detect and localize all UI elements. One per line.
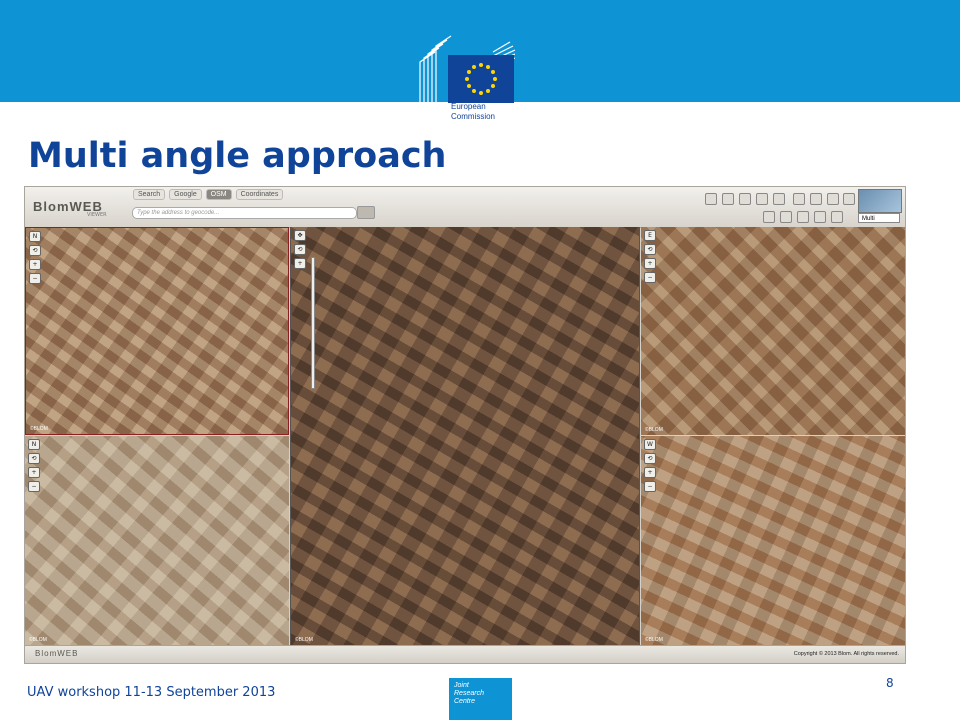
- tab-google[interactable]: Google: [169, 189, 202, 200]
- rotate-icon[interactable]: ⟲: [28, 453, 40, 464]
- print-icon[interactable]: [793, 193, 805, 205]
- zoom-out-icon[interactable]: −: [644, 481, 656, 492]
- zoom-in-icon[interactable]: +: [28, 467, 40, 478]
- pane-controls: N ⟲ + −: [28, 439, 40, 495]
- search-tabs: Search Google OSM Coordinates: [133, 189, 285, 200]
- tab-osm[interactable]: OSM: [205, 189, 232, 200]
- jrc-line-2: Research: [454, 690, 484, 697]
- jrc-logo: Joint Research Centre: [449, 678, 512, 720]
- info-tool-icon[interactable]: [722, 193, 734, 205]
- oblique-view-west[interactable]: N ⟲ + − ©BLOM: [25, 227, 289, 435]
- zoom-out-icon[interactable]: −: [644, 272, 656, 283]
- page-number: 8: [886, 676, 894, 690]
- european-commission-logo: European Commission: [415, 22, 515, 132]
- tools-icon[interactable]: [827, 193, 839, 205]
- pane-controls: W ⟲ + −: [644, 439, 656, 495]
- view-mode-thumbnail[interactable]: [858, 189, 902, 213]
- viewer-brand-sub: VIEWER: [87, 212, 107, 218]
- north-icon[interactable]: W: [644, 439, 656, 450]
- copyright-text: Copyright © 2013 Blom. All rights reserv…: [793, 651, 899, 657]
- pane-controls: N ⟲ + −: [29, 231, 41, 287]
- tab-search[interactable]: Search: [133, 189, 166, 200]
- jrc-line-1: Joint: [454, 682, 469, 689]
- oblique-view-east[interactable]: E ⟲ + − ©BLOM: [641, 227, 905, 435]
- logo-line-1: European: [451, 102, 486, 111]
- measure-icon[interactable]: [705, 193, 717, 205]
- logo-line-2: Commission: [451, 112, 496, 121]
- pane-controls: ✥ ⟲ +: [294, 230, 306, 272]
- zoom-in-icon[interactable]: +: [29, 259, 41, 270]
- marker-tool-icon[interactable]: [739, 193, 751, 205]
- blom-watermark: ©BLOM: [30, 426, 48, 432]
- rotate-icon[interactable]: ⟲: [29, 245, 41, 256]
- bookmark-icon[interactable]: [814, 211, 826, 223]
- zoom-out-icon[interactable]: −: [28, 481, 40, 492]
- tab-coordinates[interactable]: Coordinates: [235, 189, 284, 200]
- location-icon[interactable]: [831, 211, 843, 223]
- eu-flag: [448, 55, 514, 103]
- blom-watermark: ©BLOM: [29, 637, 47, 643]
- zoom-in-icon[interactable]: +: [644, 258, 656, 269]
- geocode-search-button[interactable]: [357, 206, 375, 219]
- view-mode-select[interactable]: Multi: [858, 213, 900, 223]
- oblique-view-south[interactable]: N ⟲ + − ©BLOM: [25, 436, 289, 645]
- slide-title: Multi angle approach: [28, 136, 447, 176]
- ortho-view-center[interactable]: ✥ ⟲ + ©BLOM: [290, 227, 640, 645]
- export-icon[interactable]: [797, 211, 809, 223]
- blom-watermark: ©BLOM: [295, 637, 313, 643]
- north-icon[interactable]: E: [644, 230, 656, 241]
- oblique-view-north[interactable]: W ⟲ + − ©BLOM: [641, 436, 905, 645]
- geocode-input[interactable]: Type the address to geocode...: [132, 207, 357, 219]
- pan-icon[interactable]: ✥: [294, 230, 306, 241]
- zoom-out-icon[interactable]: −: [29, 273, 41, 284]
- blom-watermark: ©BLOM: [645, 427, 663, 433]
- north-icon[interactable]: N: [28, 439, 40, 450]
- save-icon[interactable]: [810, 193, 822, 205]
- rotate-icon[interactable]: ⟲: [644, 453, 656, 464]
- settings-icon[interactable]: [843, 193, 855, 205]
- layers-icon[interactable]: [756, 193, 768, 205]
- blomweb-viewer: BlomWEB VIEWER Search Google OSM Coordin…: [24, 186, 906, 664]
- viewer-status-bar: BlomWEB Copyright © 2013 Blom. All right…: [25, 645, 905, 663]
- rotate-icon[interactable]: ⟲: [644, 244, 656, 255]
- north-icon[interactable]: N: [29, 231, 41, 242]
- eu-stars-icon: [465, 63, 497, 95]
- logo-text: European Commission: [451, 102, 521, 122]
- zoom-in-icon[interactable]: +: [644, 467, 656, 478]
- info-icon[interactable]: [763, 211, 775, 223]
- zoom-slider[interactable]: [311, 257, 315, 389]
- zoom-in-icon[interactable]: +: [294, 258, 306, 269]
- pane-controls: E ⟲ + −: [644, 230, 656, 286]
- jrc-line-3: Centre: [454, 698, 476, 705]
- blom-watermark: ©BLOM: [645, 637, 663, 643]
- screenshot-icon[interactable]: [780, 211, 792, 223]
- status-brand: BlomWEB: [35, 649, 79, 658]
- compare-icon[interactable]: [773, 193, 785, 205]
- rotate-icon[interactable]: ⟲: [294, 244, 306, 255]
- viewer-toolbar: BlomWEB VIEWER Search Google OSM Coordin…: [25, 187, 905, 228]
- jrc-logo-text: Joint Research Centre: [454, 682, 484, 706]
- footer-text: UAV workshop 11-13 September 2013: [27, 685, 276, 700]
